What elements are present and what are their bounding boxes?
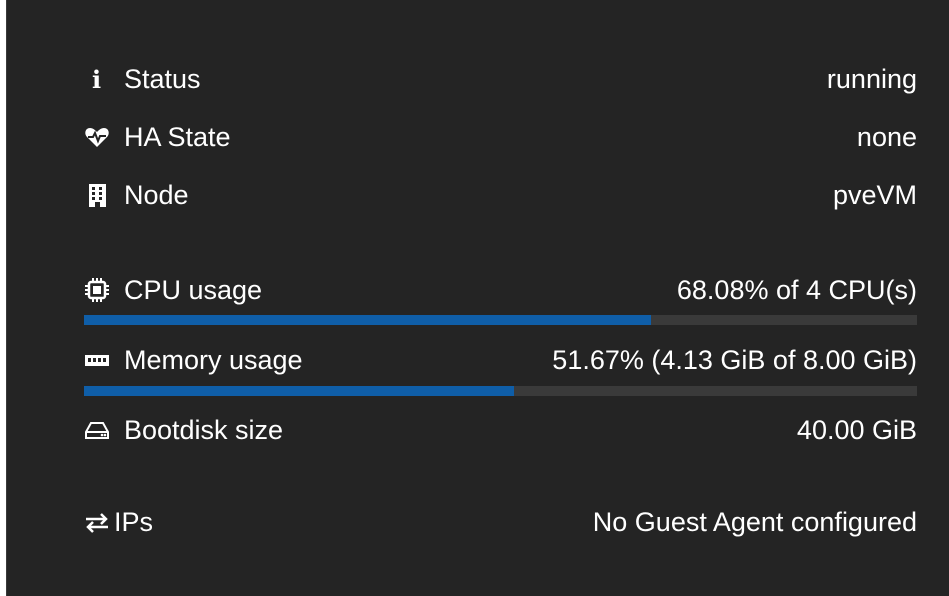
bootdisk-size-row: Bootdisk size 40.00 GiB [84,410,917,450]
cpu-usage-bar-fill [84,315,652,325]
memory-icon [84,347,110,373]
ips-label: IPs [114,506,154,537]
cpu-usage-bar [84,315,917,325]
exchange-icon [84,509,110,535]
ha-state-label: HA State [124,121,231,152]
status-label: Status [124,63,201,94]
memory-usage-bar-fill [84,386,515,396]
info-icon: i [84,66,110,92]
cpu-usage-label: CPU usage [124,274,263,305]
hdd-icon [84,417,110,443]
bootdisk-size-label: Bootdisk size [124,414,284,445]
node-label: Node [124,179,189,210]
ha-state-value: none [856,122,917,152]
memory-usage-row: Memory usage 51.67% (4.13 GiB of 8.00 Gi… [84,340,917,380]
vm-summary-panel: i Status running HA State none Node pveV… [6,0,949,596]
memory-usage-value: 51.67% (4.13 GiB of 8.00 GiB) [552,345,917,375]
heartbeat-icon [84,124,110,150]
status-value: running [826,64,917,94]
cpu-usage-value: 68.08% of 4 CPU(s) [676,275,917,305]
building-icon [84,182,110,208]
bootdisk-size-value: 40.00 GiB [796,415,917,445]
node-value: pveVM [832,180,917,210]
cpu-chip-icon [84,277,110,303]
svg-text:i: i [92,66,101,92]
status-row: i Status running [84,59,917,99]
ha-state-row: HA State none [84,117,917,157]
memory-usage-bar [84,386,917,396]
cpu-usage-row: CPU usage 68.08% of 4 CPU(s) [84,270,917,310]
node-row: Node pveVM [84,175,917,215]
memory-usage-label: Memory usage [124,344,303,375]
ips-value: No Guest Agent configured [592,507,917,537]
ips-row: IPs No Guest Agent configured [84,502,917,542]
